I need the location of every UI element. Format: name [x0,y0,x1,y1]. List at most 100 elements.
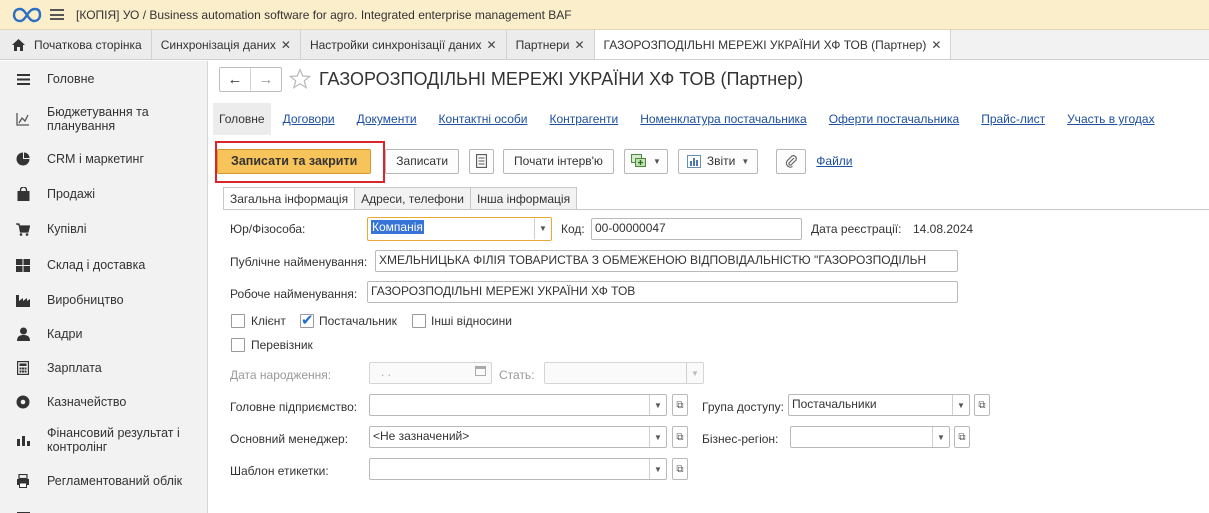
section-deals[interactable]: Участь в угодах [1067,112,1155,126]
section-documents[interactable]: Документи [357,112,417,126]
sidebar-item-crm[interactable]: CRM і маркетинг [0,149,207,169]
title-bar: [КОПІЯ] УО / Business automation softwar… [0,0,1209,30]
tab-label: Початкова сторінка [34,37,142,52]
document-list-icon [476,154,487,168]
tab-label: Партнери [515,37,570,52]
partial-icon [16,507,30,513]
treasury-icon [16,395,30,409]
sidebar-item-label: Кадри [47,327,83,341]
close-icon[interactable]: ✕ [487,38,497,52]
section-contracts[interactable]: Договори [283,112,335,126]
access-group-field[interactable]: Постачальники ▼ [788,394,970,416]
sidebar-item-warehouse[interactable]: Склад і доставка [0,255,207,275]
sidebar-item-label: Зарплата [47,361,102,375]
public-name-field[interactable]: ХМЕЛЬНИЦЬКА ФІЛІЯ ТОВАРИСТВА З ОБМЕЖЕНОЮ… [375,250,958,272]
parent-company-field[interactable]: ▼ [369,394,667,416]
business-region-field[interactable]: ▼ [790,426,950,448]
back-arrow-icon[interactable]: ← [220,68,250,91]
other-relations-checkbox[interactable] [412,314,426,328]
tab-sync-settings[interactable]: Настройки синхронізації даних ✕ [300,30,507,59]
sidebar-item-purchases[interactable]: Купівлі [0,219,207,239]
chevron-down-icon[interactable]: ▼ [952,395,969,415]
section-counterparties[interactable]: Контрагенти [549,112,618,126]
sidebar-item-hr[interactable]: Кадри [0,324,207,344]
code-label: Код: [561,222,585,236]
tab-general-info[interactable]: Загальна інформація [223,187,356,210]
favorite-star-icon[interactable] [289,68,311,90]
open-icon[interactable]: ⧉ [974,394,990,416]
start-interview-button[interactable]: Почати інтерв'ю [503,148,614,174]
tab-home[interactable]: Початкова сторінка [0,30,152,59]
calendar-icon [475,365,486,379]
section-contacts[interactable]: Контактні особи [439,112,528,126]
birth-date-field: . . [369,362,492,384]
structure-button[interactable] [469,148,495,174]
work-name-label: Робоче найменування: [230,287,358,301]
label-template-field[interactable]: ▼ [369,458,667,480]
close-icon[interactable]: ✕ [931,38,941,52]
supplier-checkbox[interactable] [300,311,314,329]
close-icon[interactable]: ✕ [574,38,584,52]
form-tabs: Загальна інформація Адреси, телефони Інш… [223,187,578,210]
client-checkbox[interactable] [231,314,245,328]
tab-other-info[interactable]: Інша інформація [470,187,578,210]
open-icon[interactable]: ⧉ [672,394,688,416]
sidebar-item-payroll[interactable]: Зарплата [0,358,207,378]
attach-button[interactable] [776,148,807,174]
sidebar-item-budgeting[interactable]: Бюджетування та планування [0,103,207,135]
sidebar-item-sales[interactable]: Продажі [0,184,207,204]
open-icon[interactable]: ⧉ [954,426,970,448]
section-main[interactable]: Головне [213,103,271,135]
carrier-checkbox[interactable] [231,338,245,352]
client-label: Клієнт [251,314,286,328]
code-field[interactable]: 00-00000047 [591,218,802,240]
create-based-icon [630,154,646,167]
sidebar-item-main[interactable]: Головне [0,69,207,89]
chevron-down-icon[interactable]: ▼ [932,427,949,447]
tab-data-sync[interactable]: Синхронізація даних ✕ [151,30,301,59]
open-icon[interactable]: ⧉ [672,426,688,448]
create-based-on-button[interactable]: ▼ [623,148,668,174]
files-link[interactable]: Файли [816,154,852,168]
tab-addresses-phones[interactable]: Адреси, телефони [354,187,471,210]
sidebar-item-label: Регламентований облік [47,474,183,488]
section-supplier-offers[interactable]: Оферти постачальника [829,112,959,126]
tab-label: Настройки синхронізації даних [309,37,482,52]
open-icon[interactable]: ⧉ [672,458,688,480]
work-name-field[interactable]: ГАЗОРОЗПОДІЛЬНІ МЕРЕЖІ УКРАЇНИ ХФ ТОВ [367,281,958,303]
sidebar-item-production[interactable]: Виробництво [0,290,207,310]
close-icon[interactable]: ✕ [281,38,291,52]
chevron-down-icon[interactable]: ▼ [649,459,666,479]
tab-partner-card[interactable]: ГАЗОРОЗПОДІЛЬНІ МЕРЕЖІ УКРАЇНИ ХФ ТОВ (П… [594,30,952,59]
reports-button[interactable]: Звіти ▼ [677,148,759,174]
business-region-label: Бізнес-регіон: [702,432,779,446]
registration-date-value: 14.08.2024 [913,222,974,236]
chevron-down-icon[interactable]: ▼ [649,395,666,415]
sidebar-item-label: Продажі [47,187,95,201]
sidebar-item-label: Головне [47,72,95,86]
sidebar-item-treasury[interactable]: Казначейство [0,392,207,412]
chevron-down-icon[interactable]: ▼ [649,427,666,447]
sidebar-item-label: Склад і доставка [47,258,146,272]
section-supplier-nomenclature[interactable]: Номенклатура постачальника [640,112,807,126]
budget-chart-icon [16,112,30,126]
sidebar-item-financial-result[interactable]: Фінансовий результат і контролінг [0,424,207,456]
tab-partners[interactable]: Партнери ✕ [506,30,595,59]
section-price-list[interactable]: Прайс-лист [981,112,1045,126]
sidebar-item-regulated-accounting[interactable]: Регламентований облік [0,471,207,491]
sidebar-item-label: Фінансовий результат і контролінг [47,426,180,454]
shopping-bag-icon [16,187,30,201]
forward-arrow-icon[interactable]: → [250,68,281,91]
legal-type-select[interactable]: Компанія ▼ [367,217,552,241]
chevron-down-icon[interactable]: ▼ [534,218,551,239]
main-menu-icon[interactable] [50,9,64,20]
gender-label: Стать: [499,368,535,382]
other-relations-label: Інші відносини [431,314,512,328]
cart-icon [16,222,30,236]
main-manager-field[interactable]: <Не зазначений> ▼ [369,426,667,448]
save-button[interactable]: Записати [385,148,460,174]
sidebar-item-label: Казначейство [47,395,127,409]
home-icon [12,38,25,51]
app-logo-icon[interactable] [12,7,42,23]
chevron-down-icon: ▼ [741,156,750,166]
